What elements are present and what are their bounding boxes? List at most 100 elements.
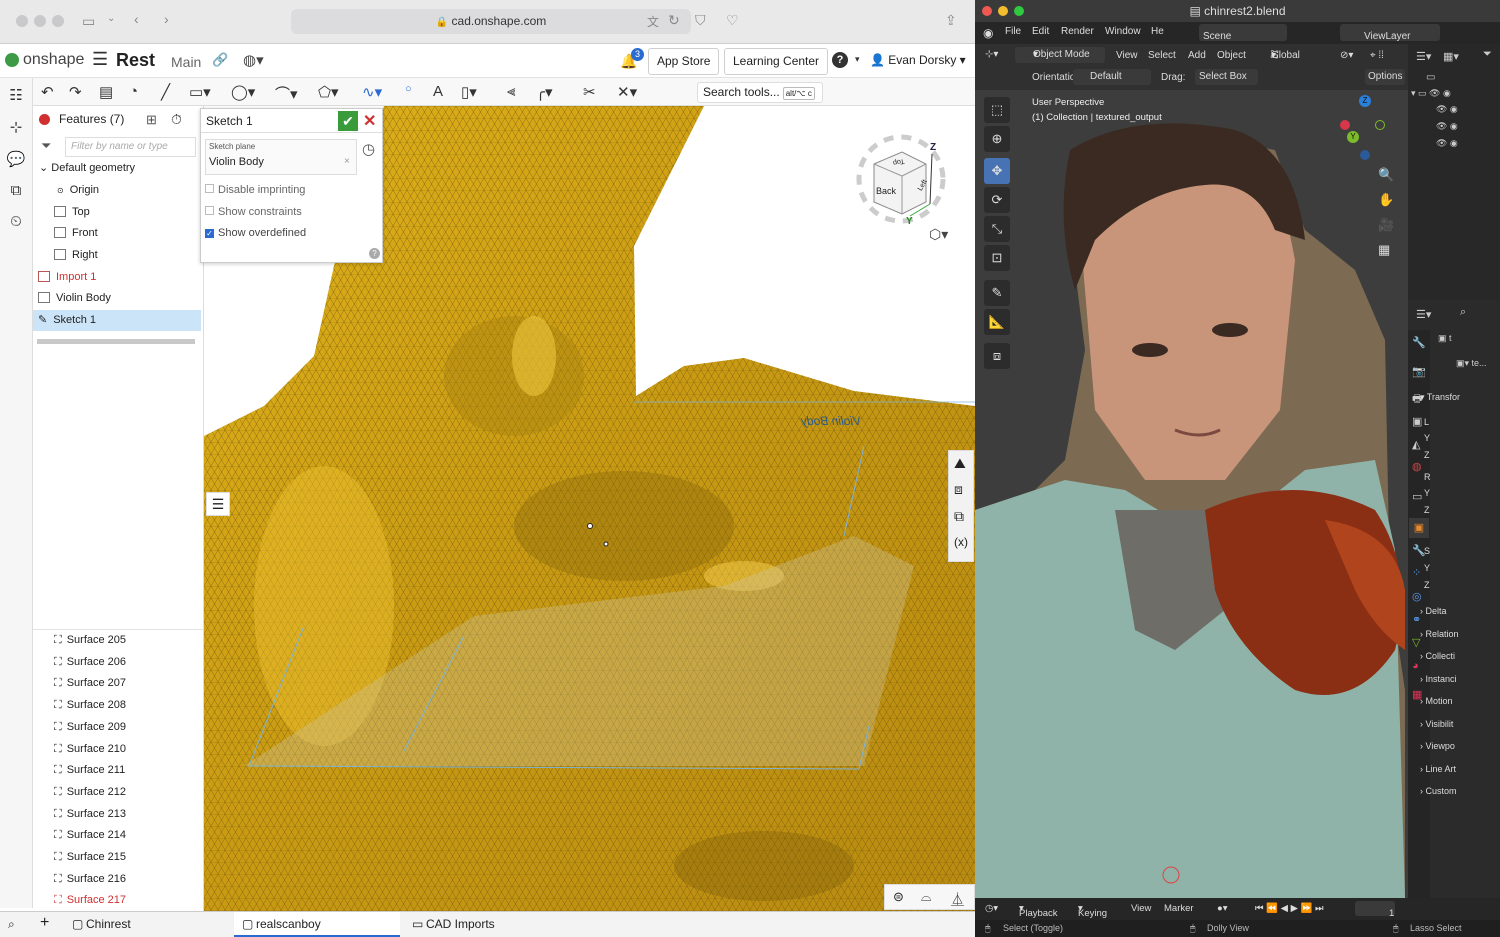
tab-cad-imports[interactable]: ▭ CAD Imports (404, 912, 570, 937)
menu-add[interactable]: Add (1188, 50, 1206, 61)
pivot-icon[interactable]: ⊘▾ (1340, 50, 1353, 61)
tree-surface[interactable]: ⛶ Surface 211 (33, 760, 201, 781)
learning-center-button[interactable]: Learning Center (724, 48, 829, 75)
variables-icon[interactable]: (x) (954, 535, 968, 549)
outliner-editor-icon[interactable]: ☰▾ (1416, 50, 1431, 63)
offset-tool-icon[interactable]: ▯▾ (461, 83, 477, 101)
tree-surface[interactable]: ⛶ Surface 217 (33, 890, 201, 911)
properties-editor-icon[interactable]: ☰▾ (1416, 308, 1431, 321)
properties-section[interactable]: › Visibilit (1420, 719, 1453, 729)
orientation-dropdown[interactable]: Default (1073, 69, 1151, 85)
sidebar-icon[interactable]: ▭ (82, 13, 95, 30)
properties-section[interactable]: › Line Art (1420, 764, 1456, 774)
mirror-tool-icon[interactable]: ⫷ (507, 83, 515, 100)
search-tabs-icon[interactable]: ⌕ (8, 917, 15, 932)
scene-selector[interactable]: Scene (1199, 24, 1287, 42)
text-tool-icon[interactable]: A (433, 83, 443, 100)
physics-tab-icon[interactable]: ◎ (1412, 590, 1422, 603)
gizmo-neg-z-icon[interactable] (1360, 150, 1370, 160)
forward-icon[interactable]: › (164, 11, 169, 27)
fillet-tool-icon[interactable]: ╭▾ (536, 83, 553, 101)
rectangle-tool-icon[interactable]: ▭▾ (189, 83, 211, 101)
tree-surface[interactable]: ⛶ Surface 207 (33, 673, 201, 694)
branch-name[interactable]: Main (171, 54, 201, 70)
properties-section[interactable]: › Delta (1420, 606, 1447, 616)
minimize-window-button[interactable] (998, 6, 1008, 16)
add-tab-icon[interactable]: + (40, 914, 49, 932)
checkbox-checked[interactable]: ✓ (205, 229, 214, 238)
playback-menu[interactable]: Playback ▾ (1019, 903, 1058, 919)
tool-tab-icon[interactable]: 🔧 (1412, 336, 1426, 349)
tree-surface[interactable]: ⛶ Surface 209 (33, 717, 201, 738)
timeline-editor-icon[interactable]: ◷▾ (985, 903, 998, 914)
timeline-view-menu[interactable]: View (1131, 903, 1151, 914)
tree-surface[interactable]: ⛶ Surface 208 (33, 695, 201, 716)
object-row-2[interactable]: 👁 ◉ (1436, 121, 1458, 132)
rollback-bar[interactable] (37, 339, 195, 344)
mate-connector-icon[interactable]: ⊜ (893, 889, 904, 905)
transform-icon[interactable]: ⊡ (984, 245, 1010, 271)
zoom-icon[interactable]: 🔍 (1378, 167, 1394, 183)
current-frame-field[interactable]: 1 (1355, 901, 1395, 919)
onshape-logo[interactable]: onshape (5, 51, 84, 69)
disable-imprinting-option[interactable]: Disable imprinting (205, 184, 305, 196)
undo-icon[interactable]: ↶ (41, 83, 54, 101)
add-cube-icon[interactable]: ⧈ (984, 343, 1010, 369)
transform-section[interactable]: ▾ Transfor (1420, 392, 1460, 403)
select-box-icon[interactable]: ⬚ (984, 97, 1010, 123)
keying-menu[interactable]: Keying ▾ (1078, 903, 1107, 919)
help-chevron-icon[interactable]: ▾ (855, 54, 860, 65)
filter-icon[interactable]: ⏷ (1483, 48, 1492, 61)
options-dropdown[interactable]: Options (1365, 69, 1405, 85)
tree-surface[interactable]: ⛶ Surface 214 (33, 825, 201, 846)
zoom-window-button[interactable] (1014, 6, 1024, 16)
menu-icon[interactable]: ☰ (92, 49, 108, 70)
line-tool-icon[interactable]: ╱ (161, 83, 170, 101)
use-icon[interactable]: ◔ (129, 83, 138, 100)
properties-section[interactable]: › Viewpo (1420, 741, 1455, 751)
history-icon[interactable]: ⏲ (0, 213, 32, 230)
checkbox[interactable] (205, 206, 214, 215)
properties-section[interactable]: › Custom (1420, 786, 1457, 796)
chevron-down-icon[interactable]: ⌄ (39, 162, 48, 174)
gizmo-x-icon[interactable] (1340, 120, 1350, 130)
share-icon[interactable]: ⇪ (945, 12, 957, 29)
view-options-icon[interactable]: ⬡▾ (929, 226, 948, 243)
search-tools-input[interactable]: Search tools... alt/⌥ c (697, 82, 823, 103)
view-cube[interactable]: Back Left Top Z Y (844, 124, 959, 242)
polygon-tool-icon[interactable]: ⬠▾ (318, 83, 339, 101)
comments-icon[interactable]: 💬 (0, 150, 32, 168)
circle-tool-icon[interactable]: ◯▾ (231, 83, 255, 101)
properties-section[interactable]: › Relation (1420, 629, 1459, 639)
view-normal-icon[interactable]: ◷ (362, 140, 375, 158)
exploded-view-icon[interactable]: ⧉ (954, 508, 964, 525)
render-tab-icon[interactable]: 📷 (1412, 365, 1426, 378)
properties-search-icon[interactable]: ⌕ (1460, 306, 1466, 319)
object-data-field[interactable]: ▣▾ te... (1456, 358, 1487, 369)
sketch-tool-icon[interactable]: ▤ (99, 83, 113, 101)
cube-face-back[interactable]: Back (876, 186, 896, 196)
annotate-icon[interactable]: ✎ (984, 280, 1010, 306)
checkbox[interactable] (205, 184, 214, 193)
address-bar[interactable]: 🔒 cad.onshape.com (291, 9, 691, 34)
particles-tab-icon[interactable]: ⁘ (1412, 566, 1421, 579)
named-views-icon[interactable]: ⌓ (921, 889, 931, 905)
dialog-help-icon[interactable]: ? (369, 248, 380, 259)
tree-surface[interactable]: ⛶ Surface 216 (33, 869, 201, 890)
menu-edit[interactable]: Edit (1032, 26, 1049, 37)
tree-surface[interactable]: ⛶ Surface 213 (33, 804, 201, 825)
chevron-down-icon[interactable]: ⌄ (107, 13, 115, 24)
snap-icon[interactable]: ⌖ ⁞⁞ (1370, 50, 1384, 61)
user-menu[interactable]: 👤 Evan Dorsky ▾ (870, 53, 966, 67)
section-view-icon[interactable]: ⛰ (954, 455, 966, 472)
tree-top-plane[interactable]: Top (33, 202, 201, 223)
measure-icon[interactable]: 📐 (984, 309, 1010, 335)
feature-filter-input[interactable]: Filter by name or type (65, 137, 196, 157)
tree-surface[interactable]: ⛶ Surface 212 (33, 782, 201, 803)
cancel-x-icon[interactable]: ✕ (363, 110, 376, 134)
rotate-icon[interactable]: ⟳ (984, 187, 1010, 213)
sketch-plane-field[interactable]: Sketch plane Violin Body × (205, 139, 357, 175)
parts-icon[interactable]: ⧉ (0, 182, 32, 199)
menu-object[interactable]: Object (1217, 50, 1246, 61)
show-overdefined-option[interactable]: ✓ Show overdefined (205, 227, 306, 239)
